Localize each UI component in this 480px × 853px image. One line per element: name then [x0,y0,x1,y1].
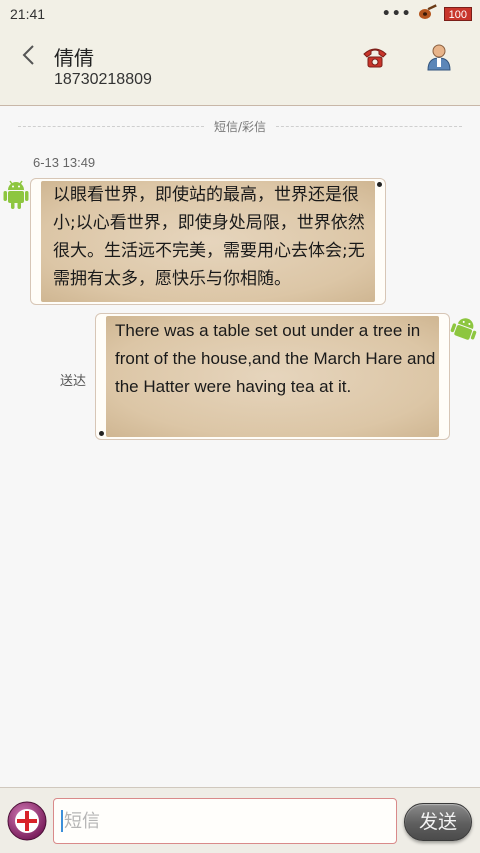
outgoing-message-text: There was a table set out under a tree i… [115,321,436,396]
phone-icon [363,48,387,68]
bubble-dot [99,431,104,436]
send-button[interactable]: 发送 [404,803,472,841]
text-cursor [61,810,63,832]
my-avatar[interactable] [450,314,478,346]
incoming-message-text: 以眼看世界，即使站的最高，世界还是很小;以心看世界，即使身处局限，世界依然很大。… [53,185,365,289]
message-timestamp: 6-13 13:49 [33,155,96,170]
divider-line-left [18,125,204,127]
more-dots-icon: ••• [381,6,412,22]
message-type-divider: 短信/彩信 [18,116,463,136]
guitar-icon [418,4,438,24]
message-input[interactable] [53,798,397,844]
contact-number: 18730218809 [54,71,152,88]
status-icons: ••• 100 [382,4,472,24]
add-icon [7,801,47,841]
bubble-dot [377,182,382,187]
status-time: 21:41 [10,6,46,22]
composer-bar: 发送 [0,787,480,853]
back-button[interactable] [14,40,44,70]
divider-line-right [276,125,463,127]
contact-name: 倩倩 [54,46,94,70]
delivery-status: 送达 [60,374,87,389]
message-type-label: 短信/彩信 [213,119,267,134]
battery-indicator: 100 [443,7,472,21]
android-icon [3,180,29,209]
status-bar: 21:41 ••• 100 [0,0,480,28]
person-icon [427,44,451,71]
attach-button[interactable] [7,801,47,841]
call-button[interactable] [360,42,390,72]
conversation-header: 倩倩 18730218809 [0,28,480,106]
sender-avatar[interactable] [2,178,30,210]
chevron-left-icon [22,45,34,65]
incoming-message-bubble[interactable]: 以眼看世界，即使站的最高，世界还是很小;以心看世界，即使身处局限，世界依然很大。… [30,178,386,305]
outgoing-message-bubble[interactable]: There was a table set out under a tree i… [95,313,450,440]
android-icon [450,318,477,340]
contact-details-button[interactable] [424,42,454,72]
